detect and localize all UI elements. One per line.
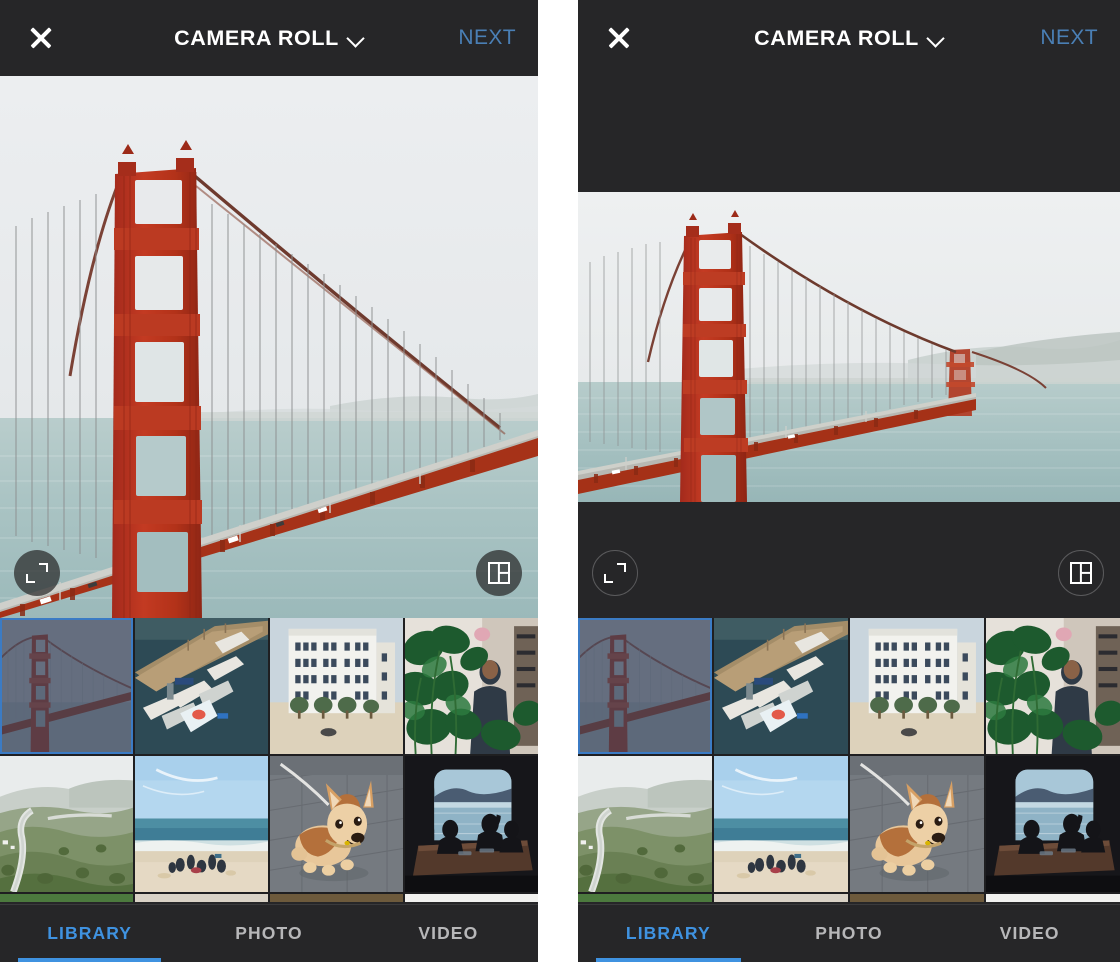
thumbnail-partial-row-2[interactable] — [714, 894, 848, 902]
thumbnail-7-corgi-dog-on-leash[interactable] — [850, 756, 984, 892]
photo-preview-left[interactable] — [0, 76, 538, 618]
close-icon[interactable] — [26, 23, 56, 53]
thumbnail-grid-left[interactable] — [0, 618, 538, 902]
thumbnail-8-ferry-window-silhouettes[interactable] — [986, 756, 1120, 892]
album-title-wrap: CAMERA ROLL — [578, 0, 1120, 76]
thumbnail-2-boat-dock-marina[interactable] — [135, 618, 268, 754]
multi-select-button-right[interactable] — [1058, 550, 1104, 596]
chevron-down-icon — [928, 31, 944, 47]
next-button[interactable]: NEXT — [458, 26, 516, 50]
tab-video[interactable]: VIDEO — [359, 905, 538, 962]
tab-library[interactable]: LIBRARY — [578, 905, 759, 962]
tab-library[interactable]: LIBRARY — [0, 905, 179, 962]
thumbnail-partial-row-1[interactable] — [578, 894, 712, 902]
album-selector-button[interactable]: CAMERA ROLL — [754, 26, 944, 51]
thumbnail-8-ferry-window-silhouettes[interactable] — [405, 756, 538, 892]
album-title-wrap: CAMERA ROLL — [0, 0, 538, 76]
phone-screen-left: CAMERA ROLL NEXT LIBRARY PHOTO VIDEO — [0, 0, 538, 962]
thumbnail-grid-right[interactable] — [578, 618, 1120, 902]
thumbnail-partial-row-2[interactable] — [135, 894, 268, 902]
close-icon[interactable] — [604, 23, 634, 53]
thumbnail-partial-row-3[interactable] — [270, 894, 403, 902]
thumbnail-3-white-apartment-building[interactable] — [850, 618, 984, 754]
picker-header-right: CAMERA ROLL NEXT — [578, 0, 1120, 76]
thumbnail-5-coastal-road-hills[interactable] — [578, 756, 712, 892]
screenshot-stage: CAMERA ROLL NEXT LIBRARY PHOTO VIDEO CAM… — [0, 0, 1120, 962]
thumbnail-partial-row-4[interactable] — [986, 894, 1120, 902]
phone-screen-right: CAMERA ROLL NEXT LIBRARY PHOTO VIDEO — [578, 0, 1120, 962]
golden-gate-bridge-image-square — [0, 76, 538, 618]
expand-crop-button-left[interactable] — [14, 550, 60, 596]
thumbnail-1-golden-gate-bridge[interactable] — [0, 618, 133, 754]
tab-photo[interactable]: PHOTO — [179, 905, 358, 962]
album-title: CAMERA ROLL — [754, 25, 919, 50]
thumbnail-7-corgi-dog-on-leash[interactable] — [270, 756, 403, 892]
grid-layout-icon — [1070, 562, 1092, 584]
thumbnail-4-man-behind-plants[interactable] — [405, 618, 538, 754]
tab-photo[interactable]: PHOTO — [759, 905, 940, 962]
expand-icon — [604, 562, 626, 584]
grid-layout-icon — [488, 562, 510, 584]
thumbnail-partial-row-1[interactable] — [0, 894, 133, 902]
preview-image-frame-right — [578, 192, 1120, 502]
next-button[interactable]: NEXT — [1040, 26, 1098, 50]
thumbnail-6-beach-picnic-group[interactable] — [135, 756, 268, 892]
thumbnail-6-beach-picnic-group[interactable] — [714, 756, 848, 892]
picker-header-left: CAMERA ROLL NEXT — [0, 0, 538, 76]
golden-gate-bridge-image-full — [578, 192, 1120, 502]
thumbnail-4-man-behind-plants[interactable] — [986, 618, 1120, 754]
album-selector-button[interactable]: CAMERA ROLL — [174, 26, 364, 51]
bottom-tabbar-right[interactable]: LIBRARY PHOTO VIDEO — [578, 904, 1120, 962]
thumbnail-1-golden-gate-bridge[interactable] — [578, 618, 712, 754]
photo-preview-right[interactable] — [578, 76, 1120, 618]
tab-video[interactable]: VIDEO — [939, 905, 1120, 962]
thumbnail-5-coastal-road-hills[interactable] — [0, 756, 133, 892]
thumbnail-partial-row-4[interactable] — [405, 894, 538, 902]
multi-select-button-left[interactable] — [476, 550, 522, 596]
chevron-down-icon — [348, 31, 364, 47]
thumbnail-2-boat-dock-marina[interactable] — [714, 618, 848, 754]
expand-icon — [26, 562, 48, 584]
thumbnail-3-white-apartment-building[interactable] — [270, 618, 403, 754]
preview-image-frame-left — [0, 76, 538, 618]
album-title: CAMERA ROLL — [174, 25, 339, 50]
expand-crop-button-right[interactable] — [592, 550, 638, 596]
bottom-tabbar-left[interactable]: LIBRARY PHOTO VIDEO — [0, 904, 538, 962]
thumbnail-partial-row-3[interactable] — [850, 894, 984, 902]
